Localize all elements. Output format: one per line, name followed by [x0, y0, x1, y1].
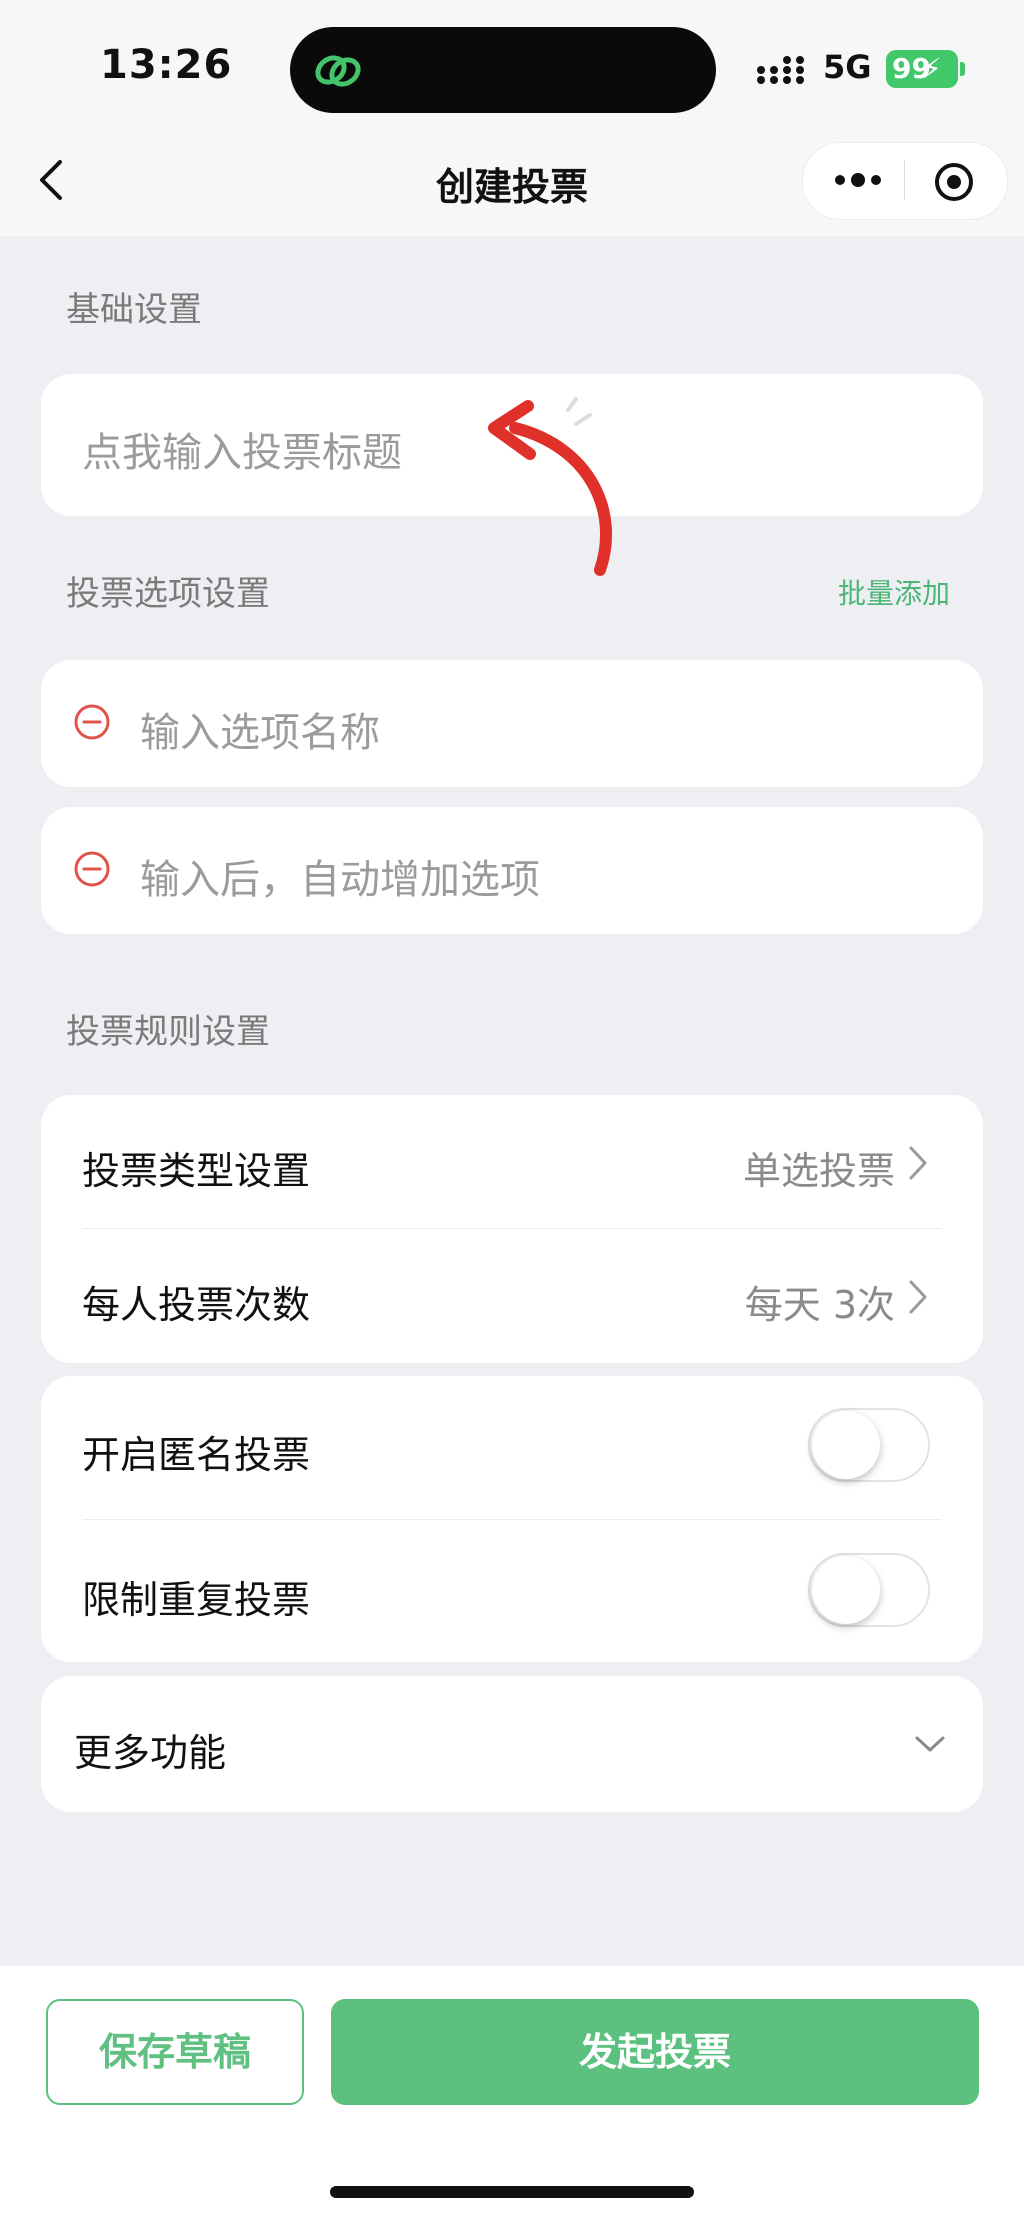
title-input[interactable]: 点我输入投票标题: [82, 420, 402, 478]
batch-add-link[interactable]: 批量添加: [838, 572, 950, 612]
close-miniprogram-icon[interactable]: [932, 160, 976, 204]
remove-option-icon[interactable]: [72, 702, 112, 742]
rules-section-label: 投票规则设置: [66, 1012, 270, 1052]
options-section-label: 投票选项设置: [66, 574, 270, 614]
divider: [82, 1519, 942, 1520]
annotation-arrow-icon: [488, 397, 613, 576]
status-time: 13:26: [100, 42, 233, 88]
home-indicator: [330, 2186, 694, 2198]
limit-repeat-label: 限制重复投票: [82, 1578, 311, 1622]
toggle-knob: [812, 1411, 880, 1479]
chevron-right-icon[interactable]: [906, 1277, 930, 1317]
anonymous-label: 开启匿名投票: [82, 1433, 311, 1477]
battery-tip: [960, 62, 965, 76]
chevron-down-icon[interactable]: [912, 1732, 948, 1756]
more-features-label[interactable]: 更多功能: [74, 1722, 226, 1777]
vote-type-label: 投票类型设置: [82, 1149, 311, 1193]
basic-section-label: 基础设置: [66, 290, 202, 330]
votes-per-person-value[interactable]: 每天 3次: [620, 1274, 895, 1329]
remove-option-icon[interactable]: [72, 849, 112, 889]
limit-repeat-toggle[interactable]: [808, 1553, 930, 1627]
link-app-icon: [315, 55, 361, 87]
save-draft-button[interactable]: 保存草稿: [46, 1999, 304, 2105]
option-input[interactable]: 输入后，自动增加选项: [140, 847, 540, 905]
votes-per-person-label: 每人投票次数: [82, 1283, 311, 1327]
signal-icon: [757, 56, 804, 84]
anonymous-toggle[interactable]: [808, 1408, 930, 1482]
option-input[interactable]: 输入选项名称: [140, 700, 380, 758]
network-type: 5G: [823, 48, 872, 86]
charging-icon: ⚡: [922, 52, 942, 85]
chevron-right-icon[interactable]: [906, 1143, 930, 1183]
capsule-divider: [904, 160, 905, 200]
submit-vote-button[interactable]: 发起投票: [331, 1999, 979, 2105]
vote-type-value[interactable]: 单选投票: [620, 1140, 895, 1195]
more-icon[interactable]: [830, 160, 886, 200]
toggle-knob: [812, 1556, 880, 1624]
divider: [82, 1228, 942, 1229]
